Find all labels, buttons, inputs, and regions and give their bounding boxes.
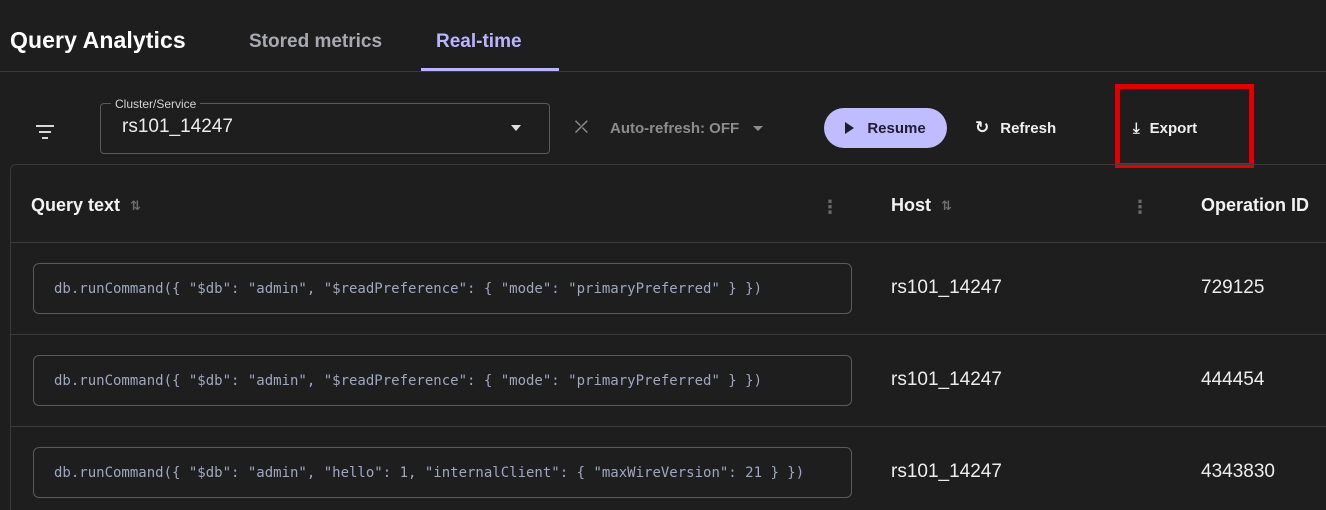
refresh-icon: ↻ xyxy=(975,118,990,137)
tab-real-time[interactable]: Real-time xyxy=(436,31,522,53)
queries-table: Query text ⇅ ⋮ Host ⇅ ⋮ Operation ID db.… xyxy=(10,164,1326,510)
operation-id-cell: 4343830 xyxy=(1201,461,1275,482)
sort-icon[interactable]: ⇅ xyxy=(941,198,952,214)
refresh-label: Refresh xyxy=(1000,119,1057,137)
column-menu-icon[interactable]: ⋮ xyxy=(821,197,839,218)
sync-off-icon: ⤫ xyxy=(575,119,588,136)
auto-refresh-label: Auto-refresh: OFF xyxy=(610,119,740,137)
query-text-cell[interactable]: db.runCommand({ "$db": "admin", "$readPr… xyxy=(33,355,852,406)
query-text-cell[interactable]: db.runCommand({ "$db": "admin", "hello":… xyxy=(33,447,852,498)
resume-button[interactable]: Resume xyxy=(824,108,947,148)
tab-stored-metrics[interactable]: Stored metrics xyxy=(249,31,382,53)
operation-id-cell: 444454 xyxy=(1201,369,1265,390)
host-cell: rs101_14247 xyxy=(891,277,1002,298)
cluster-service-value: rs101_14247 xyxy=(122,116,233,137)
caret-down-icon xyxy=(753,125,764,131)
cluster-service-label: Cluster/Service xyxy=(111,97,201,111)
operation-id-cell: 729125 xyxy=(1201,277,1265,298)
sort-icon[interactable]: ⇅ xyxy=(130,198,141,214)
export-highlight-box xyxy=(1115,84,1254,168)
refresh-button[interactable]: ↻ Refresh xyxy=(975,108,1056,148)
top-header: Query Analytics Stored metrics Real-time xyxy=(0,0,1326,72)
auto-refresh-dropdown[interactable]: ⤫ Auto-refresh: OFF xyxy=(575,117,764,139)
column-header-query-text[interactable]: Query text ⇅ xyxy=(31,195,141,216)
column-header-operation-id[interactable]: Operation ID xyxy=(1201,195,1309,216)
resume-label: Resume xyxy=(867,119,926,137)
host-cell: rs101_14247 xyxy=(891,369,1002,390)
table-row[interactable]: db.runCommand({ "$db": "admin", "$readPr… xyxy=(11,243,1326,335)
column-header-host[interactable]: Host ⇅ xyxy=(891,195,952,216)
query-text-cell[interactable]: db.runCommand({ "$db": "admin", "$readPr… xyxy=(33,263,852,314)
table-header: Query text ⇅ ⋮ Host ⇅ ⋮ Operation ID xyxy=(11,165,1326,243)
chevron-down-icon[interactable] xyxy=(511,125,521,131)
column-menu-icon[interactable]: ⋮ xyxy=(1131,197,1149,218)
host-cell: rs101_14247 xyxy=(891,461,1002,482)
active-tab-indicator xyxy=(421,68,559,71)
page-title: Query Analytics xyxy=(10,27,186,53)
table-row[interactable]: db.runCommand({ "$db": "admin", "hello":… xyxy=(11,427,1326,510)
play-icon xyxy=(845,122,855,134)
table-row[interactable]: db.runCommand({ "$db": "admin", "$readPr… xyxy=(11,335,1326,427)
filter-icon[interactable] xyxy=(36,125,54,139)
